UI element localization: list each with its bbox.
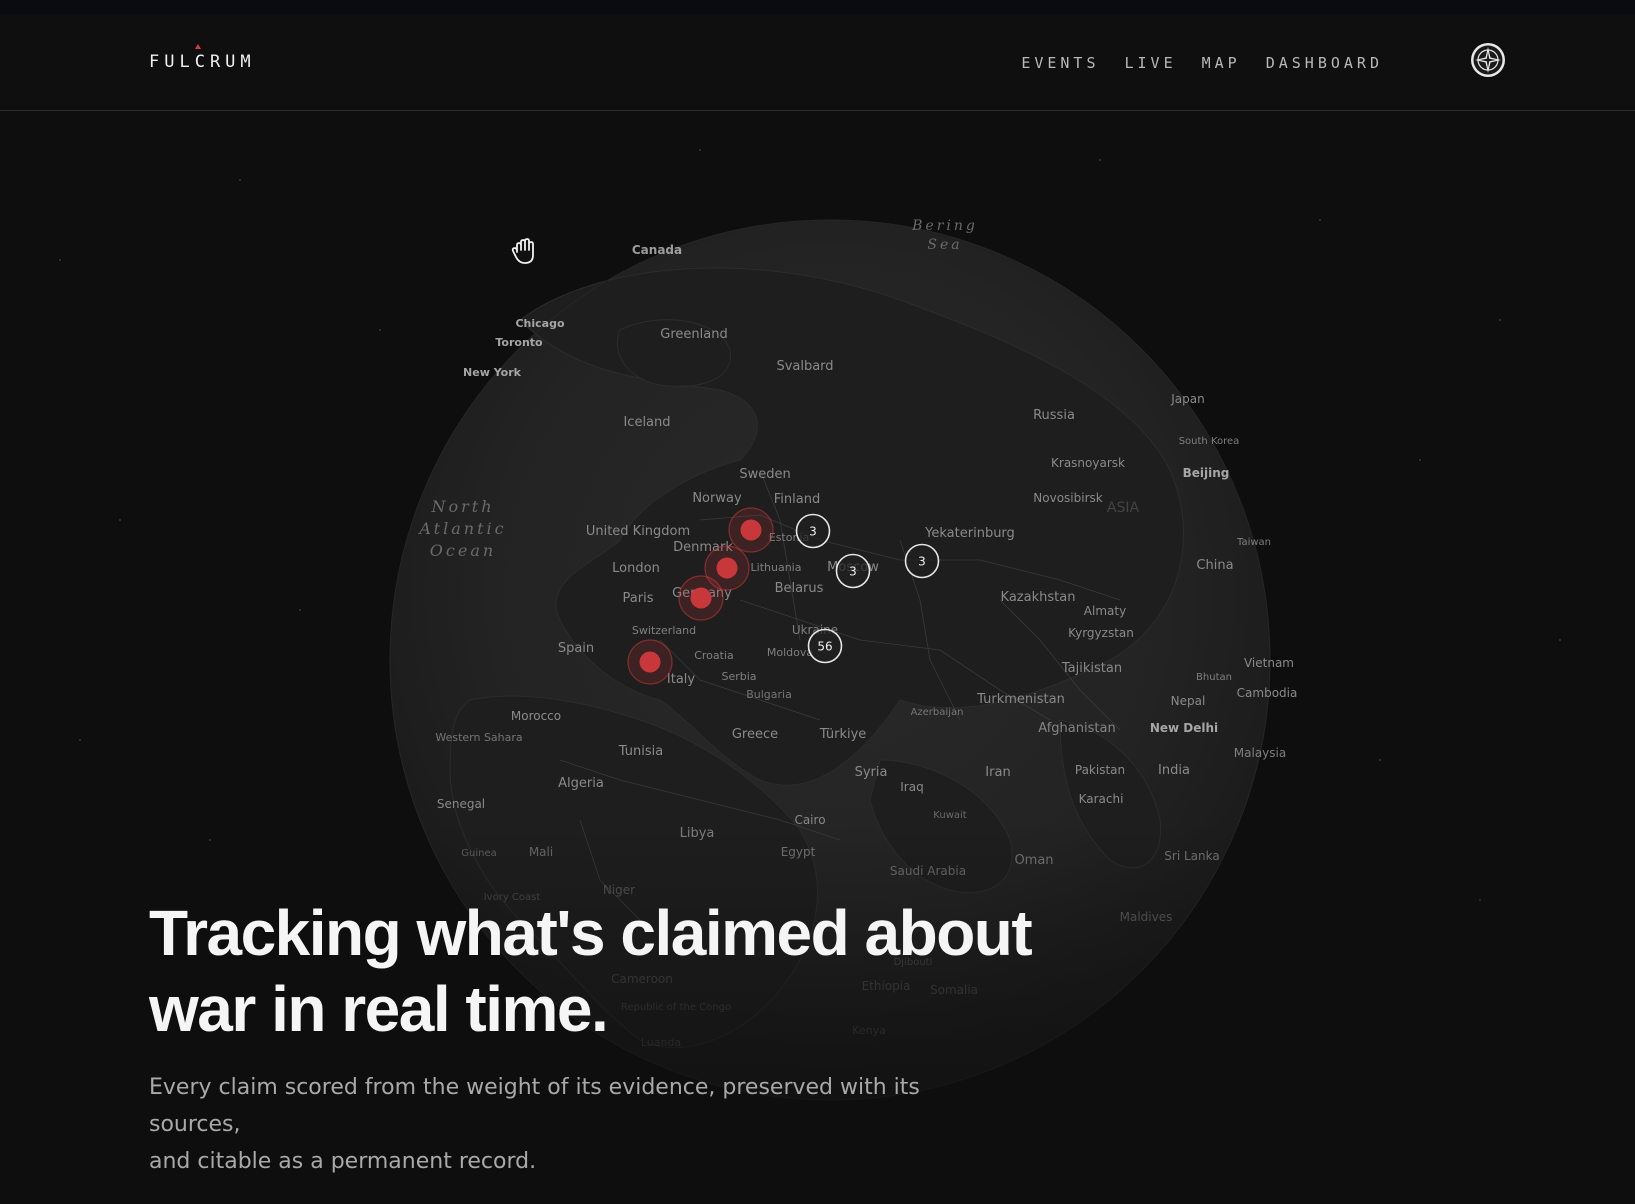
place-label: ASIA	[1107, 500, 1140, 516]
place-label: Kazakhstan	[1001, 590, 1076, 605]
place-label: Türkiye	[819, 727, 867, 742]
nav-events[interactable]: EVENTS	[1021, 54, 1099, 72]
cluster-count: 56	[817, 640, 832, 654]
place-label: Syria	[855, 765, 888, 780]
place-label: Afghanistan	[1038, 721, 1115, 736]
hero-title-line-2: war in real time.	[149, 973, 609, 1045]
place-label: India	[1158, 763, 1190, 778]
place-label: Iran	[985, 765, 1010, 780]
compass-rose-icon[interactable]	[1470, 42, 1506, 78]
place-label: Greenland	[660, 327, 727, 342]
place-label: Yekaterinburg	[924, 526, 1015, 541]
place-label: Nepal	[1171, 694, 1206, 708]
event-cluster[interactable]: 3	[795, 513, 831, 549]
top-strip	[0, 0, 1635, 14]
place-label: Canada	[632, 243, 682, 257]
place-label: Paris	[623, 591, 654, 606]
place-label: Iraq	[900, 780, 923, 794]
place-label: Bulgaria	[746, 688, 792, 701]
place-label: Cambodia	[1237, 686, 1298, 700]
place-label: Beijing	[1183, 466, 1230, 480]
place-label: United Kingdom	[586, 524, 690, 539]
cluster-count: 3	[809, 525, 817, 539]
globe-map[interactable]: Bering Sea North Atlantic Ocean Canada Ch…	[0, 111, 1635, 1204]
place-label: Svalbard	[776, 359, 833, 374]
cluster-count: 3	[918, 555, 926, 569]
event-marker[interactable]	[678, 575, 724, 621]
place-label: Sweden	[739, 467, 790, 482]
place-label: Malaysia	[1234, 746, 1286, 760]
place-label: Finland	[774, 492, 820, 507]
ocean-label: Ocean	[430, 541, 496, 560]
grab-hand-icon	[511, 238, 534, 264]
place-label: Tajikistan	[1061, 661, 1122, 676]
place-label: South Korea	[1179, 436, 1240, 447]
ocean-label: Sea	[927, 237, 962, 253]
cluster-count: 3	[849, 565, 857, 579]
hero-subtitle: Every claim scored from the weight of it…	[149, 1069, 1009, 1180]
place-label: Croatia	[694, 649, 734, 662]
place-label: Tunisia	[618, 744, 663, 759]
hero-subtitle-line-1: Every claim scored from the weight of it…	[149, 1075, 920, 1137]
place-label: Greece	[732, 727, 778, 742]
place-label: New Delhi	[1150, 721, 1218, 735]
place-label: Vietnam	[1244, 656, 1294, 670]
place-label: Morocco	[511, 709, 561, 723]
event-cluster[interactable]: 3	[835, 553, 871, 589]
place-label: Novosibirsk	[1033, 491, 1102, 505]
place-label: Russia	[1033, 408, 1075, 423]
place-label: Karachi	[1079, 792, 1124, 806]
brand-accent-icon	[195, 44, 201, 49]
hero-subtitle-line-2: and citable as a permanent record.	[149, 1149, 537, 1174]
event-cluster[interactable]: 56	[807, 628, 843, 664]
place-label: Krasnoyarsk	[1051, 456, 1125, 470]
place-label: Serbia	[721, 670, 756, 683]
hero-title-line-1: Tracking what's claimed about	[149, 897, 1033, 969]
place-label: China	[1196, 558, 1233, 573]
hero-title: Tracking what's claimed about war in rea…	[149, 895, 1049, 1047]
place-label: Iceland	[623, 415, 670, 430]
place-label: Chicago	[515, 317, 564, 330]
place-label: London	[612, 561, 660, 576]
place-label: Western Sahara	[435, 731, 522, 744]
place-label: Italy	[667, 672, 696, 687]
place-label: Pakistan	[1075, 763, 1125, 777]
event-marker[interactable]	[728, 507, 774, 553]
place-label: Lithuania	[751, 561, 802, 574]
place-label: Belarus	[775, 581, 824, 596]
nav-map[interactable]: MAP	[1202, 54, 1241, 72]
nav-dashboard[interactable]: DASHBOARD	[1266, 54, 1383, 72]
place-label: Taiwan	[1236, 537, 1271, 548]
place-label: Senegal	[437, 797, 485, 811]
site-header: FULCRUM EVENTS LIVE MAP DASHBOARD	[0, 14, 1635, 111]
ocean-label: North	[430, 497, 494, 516]
place-label: Kuwait	[933, 810, 966, 821]
event-cluster[interactable]: 3	[904, 543, 940, 579]
place-label: Norway	[692, 491, 742, 506]
place-label: Azerbaijan	[911, 707, 964, 718]
place-label: Toronto	[495, 336, 543, 349]
ocean-label: Bering	[911, 218, 978, 234]
place-label: Moldova	[767, 646, 813, 659]
place-label: Bhutan	[1196, 672, 1232, 683]
place-label: Japan	[1170, 392, 1204, 406]
place-label: Kyrgyzstan	[1068, 626, 1134, 640]
place-label: Switzerland	[632, 624, 696, 637]
place-label: Algeria	[558, 776, 604, 791]
brand-logo[interactable]: FULCRUM	[149, 44, 256, 72]
ocean-label: Atlantic	[417, 519, 506, 538]
place-label: Turkmenistan	[976, 692, 1065, 707]
place-label: New York	[463, 366, 522, 379]
hero-section: Tracking what's claimed about war in rea…	[149, 895, 1049, 1180]
event-marker[interactable]	[627, 639, 673, 685]
brand-name: FULCRUM	[149, 52, 256, 72]
place-label: Spain	[558, 641, 594, 656]
main-nav: EVENTS LIVE MAP DASHBOARD	[1021, 54, 1383, 72]
nav-live[interactable]: LIVE	[1125, 54, 1177, 72]
place-label: Almaty	[1084, 604, 1126, 618]
